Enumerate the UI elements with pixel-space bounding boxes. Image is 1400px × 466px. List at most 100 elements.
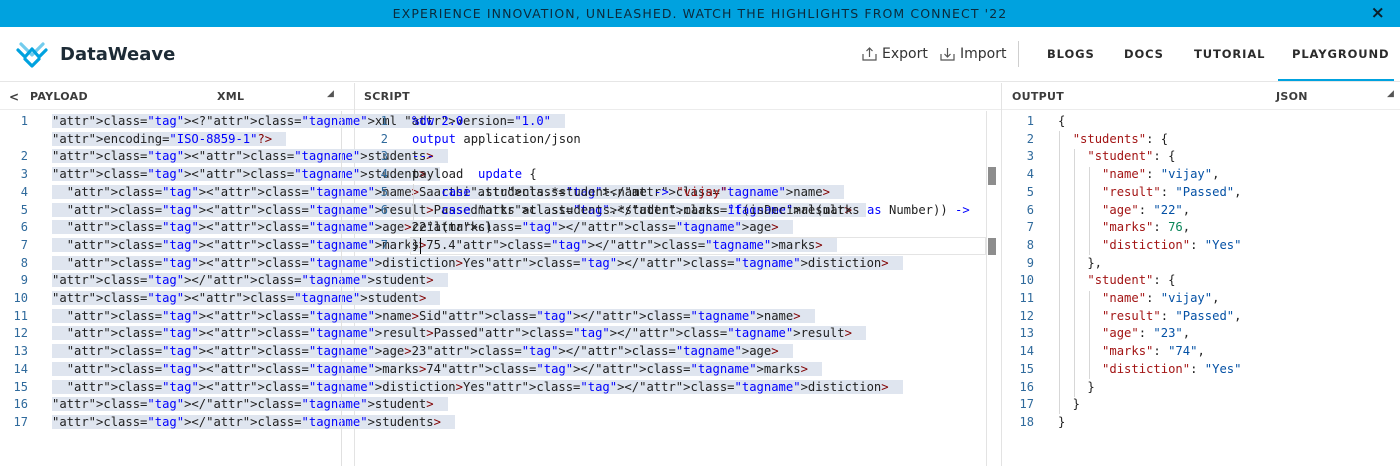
code-line[interactable]: "distiction": "Yes" xyxy=(1058,238,1241,252)
code-line[interactable]: } xyxy=(412,238,419,252)
line-number: 13 xyxy=(1019,326,1034,341)
active-line-highlight xyxy=(410,237,986,255)
line-number: 4 xyxy=(20,184,28,199)
line-number: 7 xyxy=(20,237,28,252)
nav-playground[interactable]: PLAYGROUND xyxy=(1292,47,1389,61)
output-format-caret-icon[interactable]: ◢ xyxy=(1387,89,1394,99)
code-line[interactable]: "age": "23", xyxy=(1058,326,1190,340)
code-line[interactable]: "attr">class="tag"></"attr">class="tagna… xyxy=(52,397,448,412)
line-number: 15 xyxy=(13,379,28,394)
code-line[interactable]: "students": { xyxy=(1058,132,1168,146)
code-line[interactable]: }, xyxy=(1058,256,1102,270)
output-format-select[interactable]: JSON xyxy=(1276,90,1308,103)
header-divider xyxy=(1018,41,1019,67)
script-panel-header: SCRIPT xyxy=(355,83,1001,110)
script-scroll-track[interactable] xyxy=(986,111,987,466)
line-number: 10 xyxy=(1019,273,1034,288)
export-label: Export xyxy=(882,46,928,62)
code-line[interactable]: payload update { xyxy=(412,167,537,181)
code-line[interactable]: output application/json xyxy=(412,132,581,146)
import-button[interactable]: Import xyxy=(940,46,1006,62)
line-number: 5 xyxy=(380,184,388,199)
line-number: 7 xyxy=(1026,220,1034,235)
text-cursor xyxy=(420,238,421,254)
line-number: 5 xyxy=(20,202,28,217)
code-line[interactable]: "marks": "74", xyxy=(1058,344,1205,358)
code-line[interactable]: "attr">class="tag"><"attr">class="tagnam… xyxy=(52,379,903,394)
code-line[interactable]: { xyxy=(1058,114,1065,128)
code-line[interactable]: "attr">class="tag"><"attr">class="tagnam… xyxy=(52,291,441,305)
promo-banner-text[interactable]: EXPERIENCE INNOVATION, UNLEASHED. WATCH … xyxy=(393,6,1008,21)
code-line[interactable]: } xyxy=(1058,397,1080,411)
code-line[interactable]: "attr">class="tag"><"attr">class="tagnam… xyxy=(52,344,793,359)
nav-tutorial[interactable]: TUTORIAL xyxy=(1194,47,1265,61)
line-number: 13 xyxy=(13,344,28,359)
code-line[interactable]: "age": "22", xyxy=(1058,203,1190,217)
script-scroll-thumb[interactable] xyxy=(988,167,996,185)
code-line[interactable]: "result": "Passed", xyxy=(1058,309,1241,323)
line-number: 12 xyxy=(13,326,28,341)
indent-guide xyxy=(1089,291,1090,379)
code-line[interactable]: "attr">class="tag"><"attr">class="tagnam… xyxy=(52,255,903,270)
line-number: 2 xyxy=(20,149,28,164)
code-line[interactable]: "attr">encoding="ISO-8859-1"?> xyxy=(52,131,287,146)
code-line[interactable]: "attr">class="tag"><"attr">class="tagnam… xyxy=(52,361,822,376)
line-number: 3 xyxy=(380,149,388,164)
line-number: 5 xyxy=(1026,184,1034,199)
export-button[interactable]: Export xyxy=(862,46,928,62)
line-number: 6 xyxy=(380,202,388,217)
script-scroll-thumb-2[interactable] xyxy=(988,238,996,255)
line-number: 18 xyxy=(1019,414,1034,429)
code-line[interactable]: "attr">class="tag"><"attr">class="tagnam… xyxy=(52,326,866,341)
promo-banner[interactable]: EXPERIENCE INNOVATION, UNLEASHED. WATCH … xyxy=(0,0,1400,27)
nav-blogs[interactable]: BLOGS xyxy=(1047,47,1095,61)
active-nav-indicator xyxy=(1278,79,1394,81)
line-number: 14 xyxy=(13,361,28,376)
code-line[interactable]: "attr">class="tag"><?"attr">class="tagna… xyxy=(52,114,566,128)
payload-format-caret-icon[interactable]: ◢ xyxy=(327,89,334,99)
code-line[interactable]: "attr">class="tag"></"attr">class="tagna… xyxy=(52,414,455,429)
code-line[interactable]: "distiction": "Yes" xyxy=(1058,362,1241,376)
code-line[interactable]: ceil(marks) xyxy=(412,220,493,234)
code-line[interactable]: "name": "vijay", xyxy=(1058,167,1219,181)
code-line[interactable]: } xyxy=(1058,380,1094,394)
top-header: DataWeave Export Import BLOGS DOCS TUTOR… xyxy=(0,27,1400,82)
output-title: OUTPUT xyxy=(1012,90,1065,103)
line-number: 2 xyxy=(380,131,388,146)
code-line[interactable]: "student": { xyxy=(1058,149,1175,163)
code-line[interactable]: } xyxy=(1058,415,1065,429)
close-icon[interactable]: × xyxy=(1371,3,1386,23)
code-line[interactable]: "attr">class="tag"><"attr">class="tagnam… xyxy=(52,308,815,323)
logo-icon[interactable] xyxy=(16,41,50,69)
code-line[interactable]: %dw 2.0 xyxy=(412,114,463,128)
code-line[interactable]: "attr">class="tag"></"attr">class="tagna… xyxy=(52,273,448,288)
back-chevron-icon[interactable]: < xyxy=(9,90,19,104)
code-line[interactable]: case .students.*student.name -> "vijay" xyxy=(412,185,727,199)
code-line[interactable]: case marks at .students.*student.marks i… xyxy=(412,203,969,217)
line-number: 9 xyxy=(1026,255,1034,270)
import-icon xyxy=(940,48,955,61)
indent-guide xyxy=(1074,149,1075,397)
line-number: 9 xyxy=(20,273,28,288)
line-number: 3 xyxy=(1026,149,1034,164)
code-line[interactable]: "result": "Passed", xyxy=(1058,185,1241,199)
payload-panel-header: < PAYLOAD XML ◢ xyxy=(0,83,354,110)
code-line[interactable]: "marks": 76, xyxy=(1058,220,1190,234)
line-number: 4 xyxy=(380,167,388,182)
code-line[interactable]: "student": { xyxy=(1058,273,1175,287)
indent-guide xyxy=(1089,167,1090,255)
line-number: 7 xyxy=(380,237,388,252)
nav-docs[interactable]: DOCS xyxy=(1124,47,1164,61)
code-line[interactable]: --- xyxy=(412,149,434,163)
payload-title: PAYLOAD xyxy=(30,90,88,103)
line-number: 8 xyxy=(20,255,28,270)
payload-editor-edge xyxy=(341,111,342,466)
line-number: 14 xyxy=(1019,344,1034,359)
code-line[interactable]: "name": "vijay", xyxy=(1058,291,1219,305)
brand-name[interactable]: DataWeave xyxy=(60,44,175,65)
script-output-divider[interactable] xyxy=(1001,83,1002,466)
line-number: 16 xyxy=(1019,379,1034,394)
line-number: 11 xyxy=(1019,291,1034,305)
code-line[interactable]: "attr">class="tag"><"attr">class="tagnam… xyxy=(52,149,448,164)
payload-format-select[interactable]: XML xyxy=(217,90,244,103)
